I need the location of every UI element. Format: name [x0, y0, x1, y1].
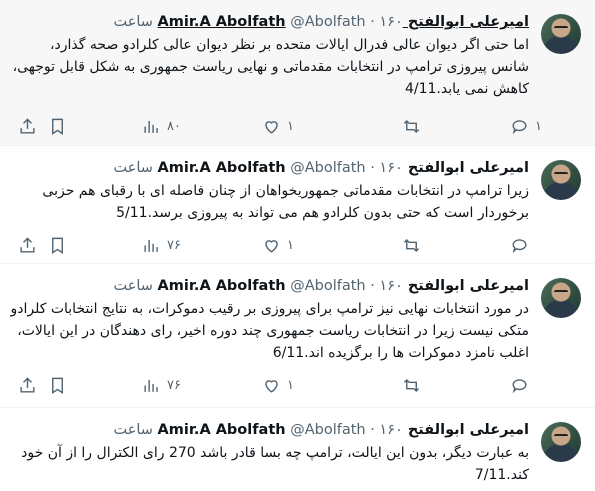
tweet-text: زیرا ترامپ در انتخابات مقدماتی جمهوریخوا…	[42, 183, 529, 221]
avatar[interactable]	[541, 14, 581, 54]
bookmark-button[interactable]	[48, 232, 67, 258]
tweet-text: اما حتی اگر دیوان عالی فدرال ایالات متحد…	[12, 37, 529, 97]
views-button[interactable]: ۷۶	[142, 372, 181, 398]
tweet-header: امیرعلی ابوالفتح Amir.A Abolfath @Abolfa…	[10, 274, 529, 298]
avatar[interactable]	[541, 160, 581, 200]
bookmark-icon	[52, 118, 63, 135]
reply-icon	[512, 119, 527, 134]
avatar[interactable]	[541, 278, 581, 318]
retweet-icon	[403, 119, 420, 133]
share-button[interactable]	[18, 113, 37, 139]
replies-count: ۱	[535, 118, 542, 134]
tweet-header: امیرعلی ابوالفتح Amir.A Abolfath @Abolfa…	[10, 418, 529, 442]
author-handle[interactable]: @Abolfath	[290, 422, 365, 438]
retweet-button[interactable]	[402, 232, 421, 258]
share-icon	[20, 117, 35, 134]
author-handle[interactable]: @Abolfath	[290, 14, 365, 30]
share-icon	[20, 236, 35, 253]
reply-button[interactable]: ۱	[510, 113, 542, 139]
share-icon	[20, 376, 35, 393]
views-icon	[144, 239, 158, 252]
views-button[interactable]: ۷۶	[142, 232, 181, 258]
retweet-button[interactable]	[402, 372, 421, 398]
likes-count: ۱	[287, 118, 294, 134]
retweet-icon	[403, 238, 420, 252]
heart-icon	[265, 120, 278, 134]
views-count: ۷۶	[167, 237, 181, 253]
reply-icon	[512, 378, 527, 393]
tweet-content: امیرعلی ابوالفتح Amir.A Abolfath @Abolfa…	[10, 10, 529, 100]
bookmark-button[interactable]	[48, 113, 67, 139]
views-button[interactable]: ۸۰	[142, 113, 181, 139]
tweet-1[interactable]: امیرعلی ابوالفتح Amir.A Abolfath @Abolfa…	[0, 0, 595, 146]
heart-icon	[265, 379, 278, 393]
author-handle[interactable]: @Abolfath	[290, 278, 365, 294]
likes-count: ۱	[287, 377, 294, 393]
views-count: ۸۰	[167, 118, 181, 134]
tweet-4[interactable]: امیرعلی ابوالفتح Amir.A Abolfath @Abolfa…	[0, 408, 595, 491]
avatar[interactable]	[541, 422, 581, 462]
tweet-header: امیرعلی ابوالفتح Amir.A Abolfath @Abolfa…	[10, 156, 529, 180]
like-button[interactable]: ۱	[262, 113, 294, 139]
tweet-text: به عبارت دیگر، بدون این ایالت، ترامپ چه …	[21, 445, 529, 483]
tweet-3[interactable]: امیرعلی ابوالفتح Amir.A Abolfath @Abolfa…	[0, 264, 595, 408]
tweet-actions: ۸۰ ۱ ۱	[10, 113, 542, 139]
share-button[interactable]	[18, 232, 37, 258]
likes-count: ۱	[287, 237, 294, 253]
bookmark-button[interactable]	[48, 372, 67, 398]
views-icon	[144, 120, 158, 133]
share-button[interactable]	[18, 372, 37, 398]
like-button[interactable]: ۱	[262, 232, 294, 258]
tweet-content: امیرعلی ابوالفتح Amir.A Abolfath @Abolfa…	[10, 418, 529, 486]
tweet-text: در مورد انتخابات نهایی نیز ترامپ برای پی…	[10, 301, 529, 361]
retweet-icon	[403, 378, 420, 392]
tweet-feed: امیرعلی ابوالفتح Amir.A Abolfath @Abolfa…	[0, 0, 595, 491]
tweet-actions: ۷۶ ۱	[10, 232, 529, 258]
retweet-button[interactable]	[402, 113, 421, 139]
tweet-content: امیرعلی ابوالفتح Amir.A Abolfath @Abolfa…	[10, 274, 529, 364]
bookmark-icon	[52, 377, 63, 394]
tweet-header: امیرعلی ابوالفتح Amir.A Abolfath @Abolfa…	[10, 10, 529, 34]
heart-icon	[265, 239, 278, 253]
views-icon	[144, 379, 158, 392]
author-handle[interactable]: @Abolfath	[290, 160, 365, 176]
tweet-actions: ۷۶ ۱	[10, 372, 529, 398]
views-count: ۷۶	[167, 377, 181, 393]
reply-icon	[512, 238, 527, 253]
reply-button[interactable]	[510, 232, 529, 258]
tweet-2[interactable]: امیرعلی ابوالفتح Amir.A Abolfath @Abolfa…	[0, 146, 595, 264]
tweet-content: امیرعلی ابوالفتح Amir.A Abolfath @Abolfa…	[10, 156, 529, 224]
bookmark-icon	[52, 237, 63, 254]
reply-button[interactable]	[510, 372, 529, 398]
like-button[interactable]: ۱	[262, 372, 294, 398]
